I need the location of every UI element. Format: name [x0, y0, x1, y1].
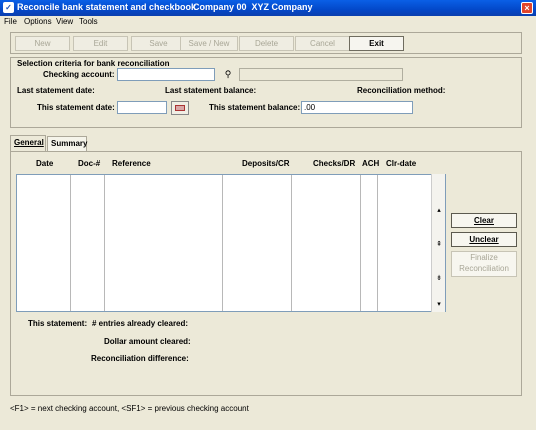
entries-cleared-label: # entries already cleared:	[92, 319, 189, 328]
save-button[interactable]: Save	[131, 36, 186, 51]
this-statement-label: This statement:	[28, 319, 88, 328]
close-button[interactable]: ×	[521, 2, 533, 14]
finalize-reconciliation-button[interactable]: Finalize Reconciliation	[451, 251, 517, 277]
scroll-page-up-icon[interactable]: ⇞	[432, 240, 446, 250]
calendar-icon	[175, 105, 185, 111]
menu-file[interactable]: File	[4, 17, 17, 26]
menu-options[interactable]: Options	[24, 17, 52, 26]
close-icon: ×	[524, 3, 530, 13]
calendar-button[interactable]	[171, 101, 189, 115]
this-statement-balance-label: This statement balance:	[209, 103, 301, 112]
save-new-button[interactable]: Save / New	[180, 36, 238, 51]
status-bar: <F1> = next checking account, <SF1> = pr…	[10, 404, 249, 413]
selection-criteria-title: Selection criteria for bank reconciliati…	[17, 59, 170, 68]
exit-button[interactable]: Exit	[349, 36, 404, 51]
col-reference: Reference	[112, 159, 151, 168]
dollar-cleared-label: Dollar amount cleared:	[104, 337, 191, 346]
window-title: Reconcile bank statement and checkbook	[17, 2, 197, 12]
reconciliation-method-label: Reconciliation method:	[357, 86, 446, 95]
scroll-top-icon[interactable]: ▴	[432, 206, 446, 216]
reconciliation-difference-label: Reconciliation difference:	[91, 354, 189, 363]
general-tab-panel: Date Doc-# Reference Deposits/CR Checks/…	[10, 151, 522, 396]
this-statement-date-label: This statement date:	[37, 103, 115, 112]
this-statement-date-input[interactable]	[117, 101, 167, 114]
checking-account-input[interactable]	[117, 68, 215, 81]
binoculars-icon[interactable]: ⚲	[221, 68, 235, 81]
menu-tools[interactable]: Tools	[79, 17, 98, 26]
last-statement-date-label: Last statement date:	[17, 86, 95, 95]
tab-general[interactable]: General	[10, 135, 46, 152]
cancel-button[interactable]: Cancel	[295, 36, 350, 51]
unclear-button[interactable]: Unclear	[451, 232, 517, 247]
scroll-bottom-icon[interactable]: ▾	[432, 300, 446, 310]
grid-header: Date Doc-# Reference Deposits/CR Checks/…	[14, 156, 454, 169]
grid-divider	[222, 175, 223, 311]
delete-button[interactable]: Delete	[239, 36, 294, 51]
tab-summary[interactable]: Summary	[47, 136, 87, 151]
app-icon: ✓	[3, 2, 14, 13]
grid-divider	[291, 175, 292, 311]
scroll-page-down-icon[interactable]: ⇟	[432, 274, 446, 284]
new-button[interactable]: New	[15, 36, 70, 51]
grid-divider	[377, 175, 378, 311]
col-doc: Doc-#	[78, 159, 101, 168]
transactions-grid[interactable]	[16, 174, 446, 312]
col-ach: ACH	[362, 159, 380, 168]
col-checks: Checks/DR	[313, 159, 356, 168]
clear-button[interactable]: Clear	[451, 213, 517, 228]
col-clr-date: Clr-date	[386, 159, 417, 168]
checking-account-label: Checking account:	[43, 70, 115, 79]
grid-divider	[70, 175, 71, 311]
edit-button[interactable]: Edit	[73, 36, 128, 51]
col-deposits: Deposits/CR	[242, 159, 290, 168]
grid-divider	[360, 175, 361, 311]
toolbar: New Edit Save Save / New Delete Cancel E…	[10, 32, 522, 54]
menu-bar: File Options View Tools	[0, 16, 536, 27]
this-statement-balance-input[interactable]: .00	[301, 101, 413, 114]
menu-view[interactable]: View	[56, 17, 73, 26]
main-window: ✓ Reconcile bank statement and checkbook…	[0, 0, 536, 430]
grid-scrollbar[interactable]: ▴ ⇞ ⇟ ▾	[431, 174, 445, 312]
selection-criteria-group: Selection criteria for bank reconciliati…	[10, 57, 522, 128]
last-statement-balance-label: Last statement balance:	[165, 86, 257, 95]
title-bar: ✓ Reconcile bank statement and checkbook…	[0, 0, 536, 16]
account-name-display	[239, 68, 403, 81]
company-name: Company 00 XYZ Company	[193, 2, 313, 12]
col-date: Date	[36, 159, 54, 168]
grid-divider	[104, 175, 105, 311]
